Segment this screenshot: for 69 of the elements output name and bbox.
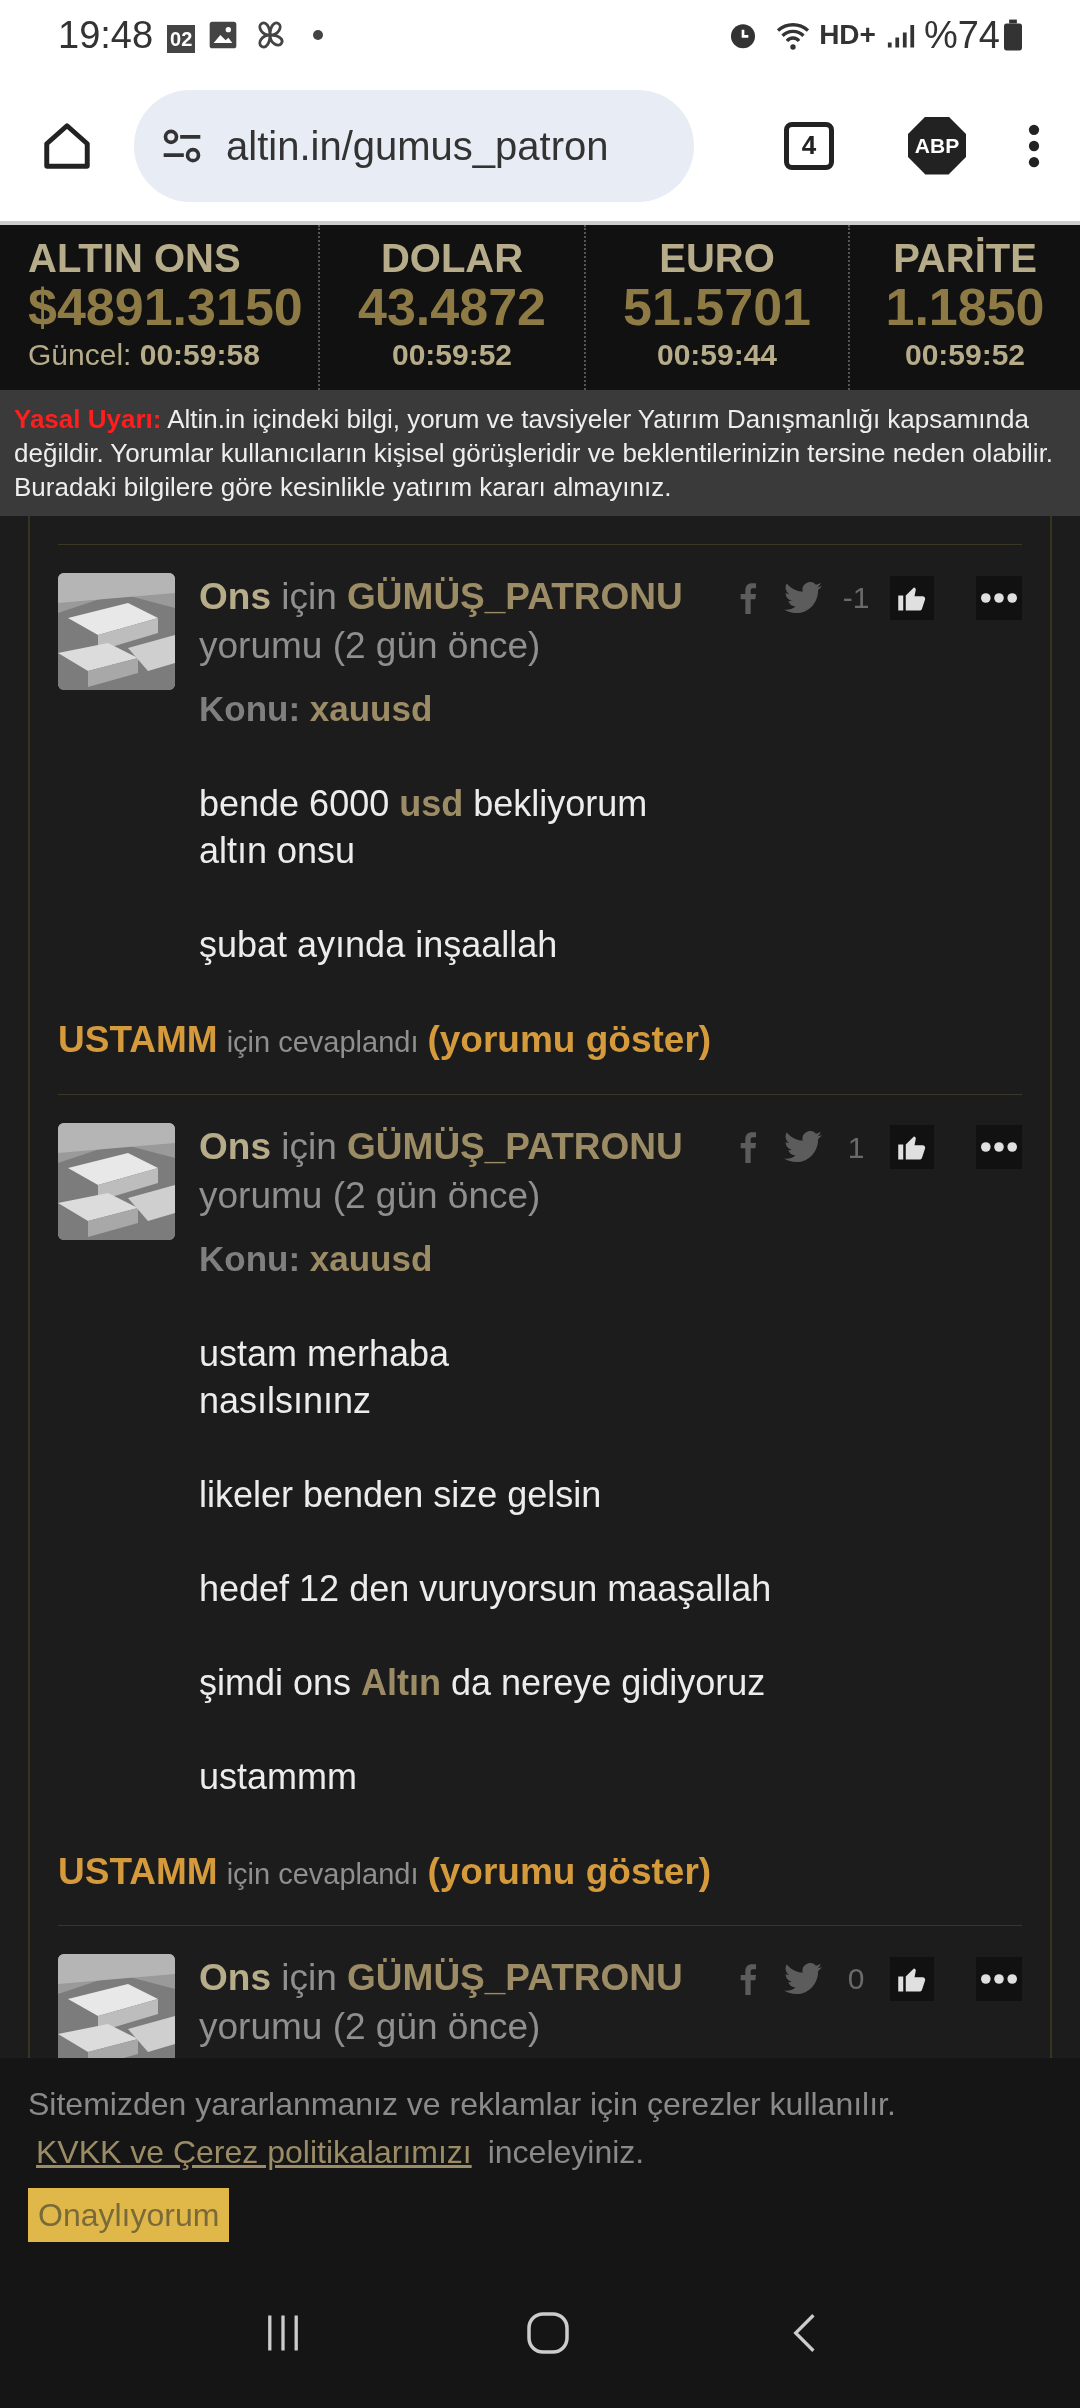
show-comment-link[interactable]: (yorumu göster): [427, 1012, 712, 1068]
like-button[interactable]: [890, 575, 934, 620]
ticker-label: ALTIN ONS: [28, 237, 241, 279]
like-button[interactable]: [890, 1125, 934, 1169]
ticker-value: 51.5701: [623, 279, 811, 335]
comment-meta: yorumu (2 gün önce): [199, 624, 542, 668]
ticker-label: EURO: [659, 237, 775, 279]
comment-text: ustam merhaba: [199, 1331, 451, 1376]
facebook-icon[interactable]: [740, 1961, 756, 1996]
battery-level: %74: [923, 12, 1000, 58]
vote-count: -1: [841, 580, 871, 616]
more-icon: [981, 592, 1017, 603]
more-button[interactable]: [976, 1125, 1022, 1169]
comment-subject: Konu: xauusd: [199, 688, 434, 730]
comment-subject: Konu: xauusd: [199, 1237, 434, 1280]
reply-user: USTAMM: [58, 1018, 218, 1062]
privacy-link[interactable]: KVKK ve Çerez politikalarımızı: [36, 2128, 472, 2176]
comment-text: likeler benden size gelsin: [199, 1472, 603, 1517]
ticker-value: $4891.3150: [28, 279, 303, 335]
comment-meta: yorumu (2 gün önce): [199, 1173, 542, 1218]
ticker-value: 43.4872: [358, 279, 546, 335]
vote-count: 0: [846, 1961, 866, 1997]
comment-text: ustammm: [199, 1754, 358, 1799]
like-button[interactable]: [890, 1956, 934, 2001]
more-icon: [981, 1142, 1017, 1152]
dot-icon: [313, 30, 324, 40]
adblock-button[interactable]: ABP: [908, 116, 966, 175]
more-button[interactable]: [976, 1956, 1022, 2001]
network-type: HD+: [819, 18, 876, 52]
cookie-text-end: inceleyiniz.: [487, 2133, 645, 2172]
more-button[interactable]: [976, 575, 1022, 620]
facebook-icon[interactable]: [740, 580, 756, 615]
comment-meta: yorumu (2 gün önce): [199, 2005, 542, 2049]
legal-warning: Yasal Uyarı: Altin.in içindeki bilgi, yorum ve tavsiyeler Yatırım Danışmanlığı kapsamında değildir. Yorumlar kullanıcıların kişisel görüşleridir ve beklentilerinizin tersine neden olabilir. Buradaki bilgilere göre kesinlikle yatırım kararı almayınız.: [0, 390, 1080, 516]
comment-text: şimdi ons Altın da nereye gidiyoruz: [199, 1660, 767, 1705]
tab-count-button[interactable]: 4: [784, 121, 834, 170]
show-comment-link[interactable]: (yorumu göster): [427, 1843, 712, 1899]
reply-text: için cevaplandı: [226, 1025, 419, 1060]
vote-count: 1: [846, 1129, 866, 1166]
menu-icon[interactable]: [1028, 123, 1040, 168]
address-bar[interactable]: altin.in/gumus_patron: [134, 89, 694, 202]
twitter-icon[interactable]: [784, 1962, 822, 1995]
home-button-icon[interactable]: [526, 2311, 570, 2355]
ticker-time: 00:59:44: [656, 337, 778, 373]
comment-text: bende 6000 usd bekliyorum: [199, 782, 649, 826]
reply-text: için cevaplandı: [226, 1856, 419, 1892]
calendar-icon: 02: [167, 25, 196, 53]
ticker-label: DOLAR: [380, 237, 524, 279]
url-text: altin.in/gumus_patron: [226, 122, 609, 170]
twitter-icon[interactable]: [784, 581, 822, 614]
clock: 19:48: [58, 12, 154, 58]
comment-text: şubat ayında inşaallah: [199, 923, 559, 967]
facebook-icon[interactable]: [740, 1130, 756, 1164]
battery-icon: [1004, 19, 1022, 51]
comment-header: Ons için GÜMÜŞ_PATRONU: [199, 1956, 684, 2000]
cookie-text: Sitemizden yararlanmanız ve reklamlar için çerezler kullanılır.: [28, 2085, 897, 2124]
ticker-value: 1.1850: [885, 279, 1045, 335]
comment-text: hedef 12 den vuruyorsun maaşallah: [199, 1566, 773, 1611]
more-icon: [981, 1973, 1017, 1984]
comment-header: Ons için GÜMÜŞ_PATRONU: [199, 1124, 684, 1169]
ticker-time: 00:59:52: [904, 337, 1026, 373]
comment-text: nasılsınınz: [199, 1378, 373, 1423]
ticker-time: 00:59:52: [391, 337, 513, 373]
comment-header: Ons için GÜMÜŞ_PATRONU: [199, 575, 684, 619]
twitter-icon[interactable]: [784, 1131, 822, 1163]
reply-user: USTAMM: [58, 1849, 218, 1894]
ticker-label: PARİTE: [893, 237, 1037, 279]
comment-text: altın onsu: [199, 829, 357, 873]
ticker-time: Güncel: 00:59:58: [28, 337, 260, 373]
